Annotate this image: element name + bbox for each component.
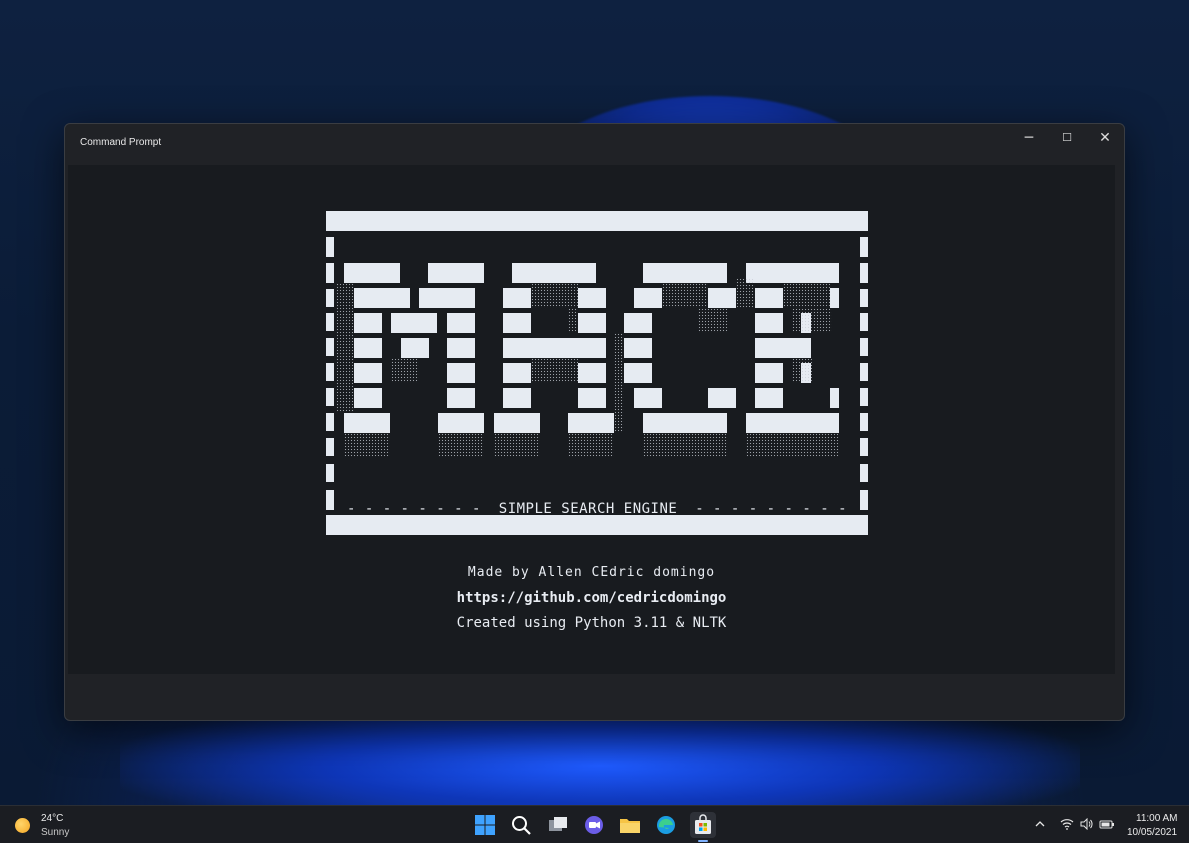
github-link[interactable]: https://github.com/cedricdomingo <box>68 590 1115 606</box>
battery-icon[interactable] <box>1099 818 1115 833</box>
terminal-output[interactable]: - - - - - - - - SIMPLE SEARCH ENGINE - -… <box>68 165 1115 674</box>
chat-icon[interactable] <box>581 812 607 838</box>
chevron-up-icon[interactable] <box>1034 818 1046 833</box>
clock-date[interactable]: 10/05/2021 <box>1127 827 1177 838</box>
file-explorer-icon[interactable] <box>617 812 643 838</box>
volume-icon[interactable] <box>1080 817 1094 833</box>
wifi-icon[interactable] <box>1060 818 1074 833</box>
weather-temperature[interactable]: 24°C <box>41 813 63 824</box>
tech-credit: Created using Python 3.11 & NLTK <box>456 615 727 631</box>
ascii-banner: - - - - - - - - SIMPLE SEARCH ENGINE - -… <box>326 211 868 535</box>
edge-icon[interactable] <box>653 812 679 838</box>
title-bar[interactable]: Command Prompt ─ ☐ ✕ <box>65 124 1124 164</box>
close-button[interactable]: ✕ <box>1086 124 1124 152</box>
search-icon[interactable] <box>508 812 534 838</box>
command-prompt-window[interactable]: Command Prompt ─ ☐ ✕ - - - - - - - - SIM… <box>64 123 1125 721</box>
weather-description[interactable]: Sunny <box>41 827 69 838</box>
window-title: Command Prompt <box>80 137 162 148</box>
taskbar: 24°C Sunny 11:00 AM 10/05/2021 <box>0 805 1189 843</box>
start-icon[interactable] <box>472 812 498 838</box>
sun-icon[interactable] <box>15 818 30 833</box>
clock-time[interactable]: 11:00 AM <box>1136 813 1178 824</box>
task-view-icon[interactable] <box>545 812 571 838</box>
minimize-button[interactable]: ─ <box>1010 124 1048 152</box>
store-icon[interactable] <box>690 812 716 838</box>
tagline: - - - - - - - - SIMPLE SEARCH ENGINE - -… <box>346 501 847 517</box>
maximize-button[interactable]: ☐ <box>1048 124 1086 152</box>
author-credit: Made by Allen CEdric domingo <box>467 565 716 580</box>
